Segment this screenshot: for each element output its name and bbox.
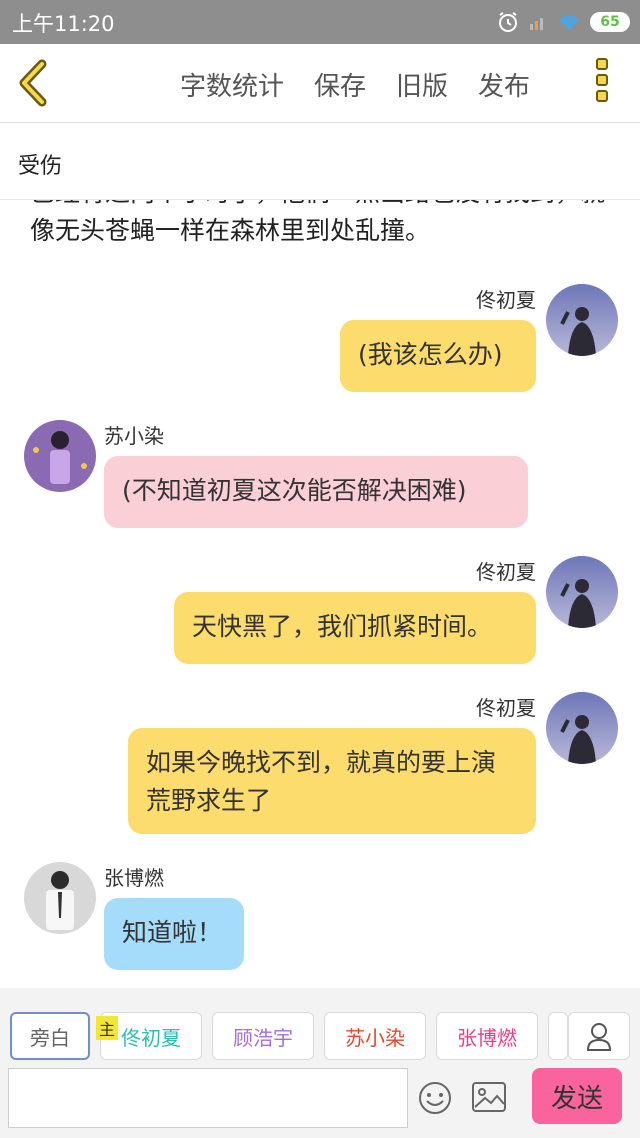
message-sender: 佟初夏 (476, 288, 536, 312)
message-bubble[interactable]: (不知道初夏这次能否解决困难) (104, 456, 528, 528)
chevron-left-icon[interactable] (14, 58, 54, 108)
message-bubble[interactable]: 如果今晚找不到，就真的要上演荒野求生了 (128, 728, 536, 834)
role-tab-su-xiaoran[interactable]: 苏小染 (324, 1012, 426, 1060)
alarm-icon (499, 12, 517, 32)
role-tab-narrator[interactable]: 旁白 (10, 1012, 90, 1060)
toolbar-actions: 字数统计 保存 旧版 发布 (180, 66, 530, 103)
avatar[interactable] (546, 284, 618, 356)
narration-text: 已经将近两个小时了，他们一点出路也没有找到，就像无头苍蝇一样在森林里到处乱撞。 (30, 200, 605, 245)
role-tab-zhang-boran[interactable]: 张博燃 (436, 1012, 538, 1060)
role-tab-partial[interactable] (548, 1012, 568, 1060)
wifi-icon (559, 15, 579, 30)
role-tab-gu-haoyu[interactable]: 顾浩宇 (212, 1012, 314, 1060)
role-selector: 旁白 主 佟初夏 顾浩宇 苏小染 张博燃 (0, 1004, 640, 1068)
avatar[interactable] (546, 692, 618, 764)
message-bubble[interactable]: (我该怎么办) (340, 320, 536, 392)
save-button[interactable]: 保存 (314, 66, 366, 103)
status-time: 上午11:20 (12, 12, 115, 36)
status-bar: 上午11:20 65 (0, 0, 640, 44)
main-role-badge: 主 (96, 1016, 118, 1040)
old-version-button[interactable]: 旧版 (396, 66, 448, 103)
message-bubble[interactable]: 知道啦！ (104, 898, 244, 970)
publish-button[interactable]: 发布 (478, 66, 530, 103)
person-icon[interactable] (568, 1012, 630, 1060)
status-icons: 65 (496, 10, 630, 34)
chapter-title: 受伤 (18, 154, 63, 179)
battery-indicator: 65 (590, 12, 630, 32)
smiley-icon[interactable] (418, 1081, 452, 1115)
message-bubble[interactable]: 天快黑了，我们抓紧时间。 (174, 592, 536, 664)
more-squares-icon[interactable] (596, 58, 616, 112)
message-sender: 苏小染 (104, 424, 164, 448)
send-button[interactable]: 发送 (532, 1068, 622, 1124)
chapter-title-bar[interactable]: 受伤 (0, 123, 640, 200)
image-icon[interactable] (472, 1082, 506, 1112)
signal-icon (530, 18, 543, 30)
avatar[interactable] (24, 862, 96, 934)
avatar[interactable] (546, 556, 618, 628)
message-sender: 张博燃 (104, 866, 164, 890)
chat-area[interactable]: 已经将近两个小时了，他们一点出路也没有找到，就像无头苍蝇一样在森林里到处乱撞。 … (0, 200, 640, 988)
word-count-button[interactable]: 字数统计 (180, 66, 284, 103)
message-sender: 佟初夏 (476, 696, 536, 720)
editor-toolbar: 字数统计 保存 旧版 发布 (0, 44, 640, 123)
input-bar: 发送 (0, 1068, 640, 1138)
message-input[interactable] (8, 1068, 408, 1128)
message-sender: 佟初夏 (476, 560, 536, 584)
avatar[interactable] (24, 420, 96, 492)
